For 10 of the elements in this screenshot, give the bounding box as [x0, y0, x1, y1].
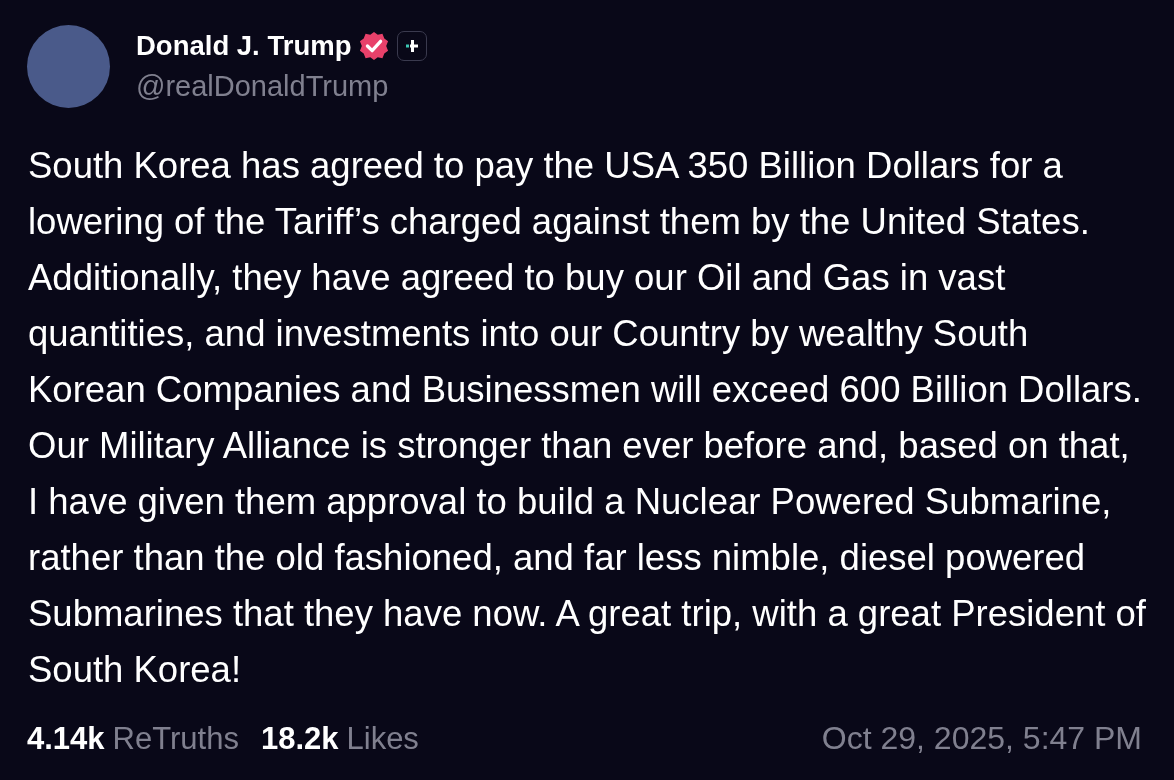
stat-label[interactable]: ReTruths: [112, 721, 239, 757]
stat-label[interactable]: Likes: [346, 721, 419, 757]
author-name[interactable]: Donald J. Trump: [136, 30, 352, 62]
post-timestamp: Oct 29, 2025, 5:47 PM: [821, 720, 1142, 757]
stat-count: 4.14k: [27, 721, 105, 757]
add-button[interactable]: [397, 31, 428, 61]
plus-icon: [405, 39, 420, 53]
author-handle[interactable]: @realDonaldTrump: [136, 70, 428, 103]
stat-count: 18.2k: [260, 721, 339, 757]
post-text: South Korea has agreed to pay the USA 350 Billion Dollars for a lowering of the Tariff’s charged against them by the United States. Additionally, they have agreed to buy our Oil and Gas in vast quantities, and investments into our Country by wealthy South Korean Companies and Businessmen will exceed 600 Billion Dollars. Our Military Alliance is stronger than ever before and, based on that, I have given them approval to build a Nuclear Powered Submarine, rather than the old fashioned, and far less nimble, diesel powered Submarines that they have now. A great trip, with a great President of South Korea!: [28, 144, 1146, 692]
